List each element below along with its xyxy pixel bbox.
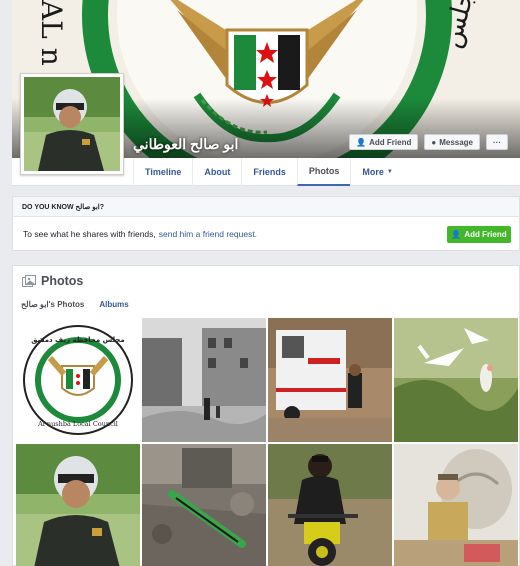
photos-title: Photos [41,274,84,288]
send-friend-request-link[interactable]: send him a friend request. [159,229,257,239]
tab-about[interactable]: About [192,158,241,186]
tab-albums[interactable]: Albums [99,300,128,309]
photo-thumbnail[interactable] [394,318,518,442]
photos-card: Photos ابو صالح's Photos Albums مجلس محا… [12,265,520,566]
add-friend-button-secondary[interactable]: 👤 Add Friend [447,226,511,243]
tab-friends[interactable]: Friends [241,158,297,186]
tab-more-label: More [362,167,384,177]
do-you-know-body: To see what he shares with friends, send… [13,217,519,251]
logo-text-bottom: Al nushba Local Council [37,420,118,428]
do-you-know-card: DO YOU KNOW ابو صالح? To see what he sha… [12,196,520,251]
message-icon: ● [431,137,437,147]
photo-thumbnail[interactable]: مجلس محافظة ريف دمشق Al nushba Local Cou… [16,318,140,442]
add-friend-icon: 👤 [451,230,462,239]
ruined-street-image [142,318,266,442]
tab-own-photos[interactable]: ابو صالح's Photos [21,300,84,309]
add-friend-secondary-label: Add Friend [464,230,507,239]
photo-thumbnail[interactable] [142,444,266,566]
council-logo-image: مجلس محافظة ريف دمشق Al nushba Local Cou… [16,318,140,442]
add-friend-icon: 👤 [356,137,367,147]
photo-grid: مجلس محافظة ريف دمشق Al nushba Local Cou… [16,318,518,566]
photo-thumbnail[interactable] [394,444,518,566]
soldier-profile-image [16,444,140,566]
logo-text-top: مجلس محافظة ريف دمشق [31,336,124,344]
tab-photos[interactable]: Photos [296,158,351,186]
more-options-label: ··· [493,137,501,147]
photos-header[interactable]: Photos [22,274,83,288]
photo-thumbnail[interactable] [268,318,392,442]
do-you-know-text: To see what he shares with friends, [23,229,156,239]
motorcycle-rider-image [268,444,392,566]
photos-icon [22,274,36,287]
photo-thumbnail[interactable] [268,444,392,566]
add-friend-label: Add Friend [369,137,412,147]
tab-more[interactable]: More ▼ [350,158,403,186]
photos-tabs: ابو صالح's Photos Albums [21,300,129,309]
profile-name[interactable]: ابو صالح العوطاني [133,136,238,153]
add-friend-button[interactable]: 👤 Add Friend [349,134,419,150]
avatar[interactable] [20,73,124,175]
more-options-button[interactable]: ··· [486,134,508,150]
message-label: Message [439,137,473,147]
avatar-image [24,77,120,171]
portrait-collage-image [394,444,518,566]
caret-down-icon: ▼ [386,169,393,175]
do-you-know-heading: DO YOU KNOW ابو صالح? [13,197,519,217]
ambulance-image [268,318,392,442]
storks-image [394,318,518,442]
photo-thumbnail[interactable] [16,444,140,566]
message-button[interactable]: ● Message [424,134,480,150]
rubble-missile-image [142,444,266,566]
cover-action-buttons: 👤 Add Friend ● Message ··· [349,134,508,150]
photo-thumbnail[interactable] [142,318,266,442]
cover-logo-text-left: AL n [35,0,68,66]
tab-timeline[interactable]: Timeline [133,158,192,186]
